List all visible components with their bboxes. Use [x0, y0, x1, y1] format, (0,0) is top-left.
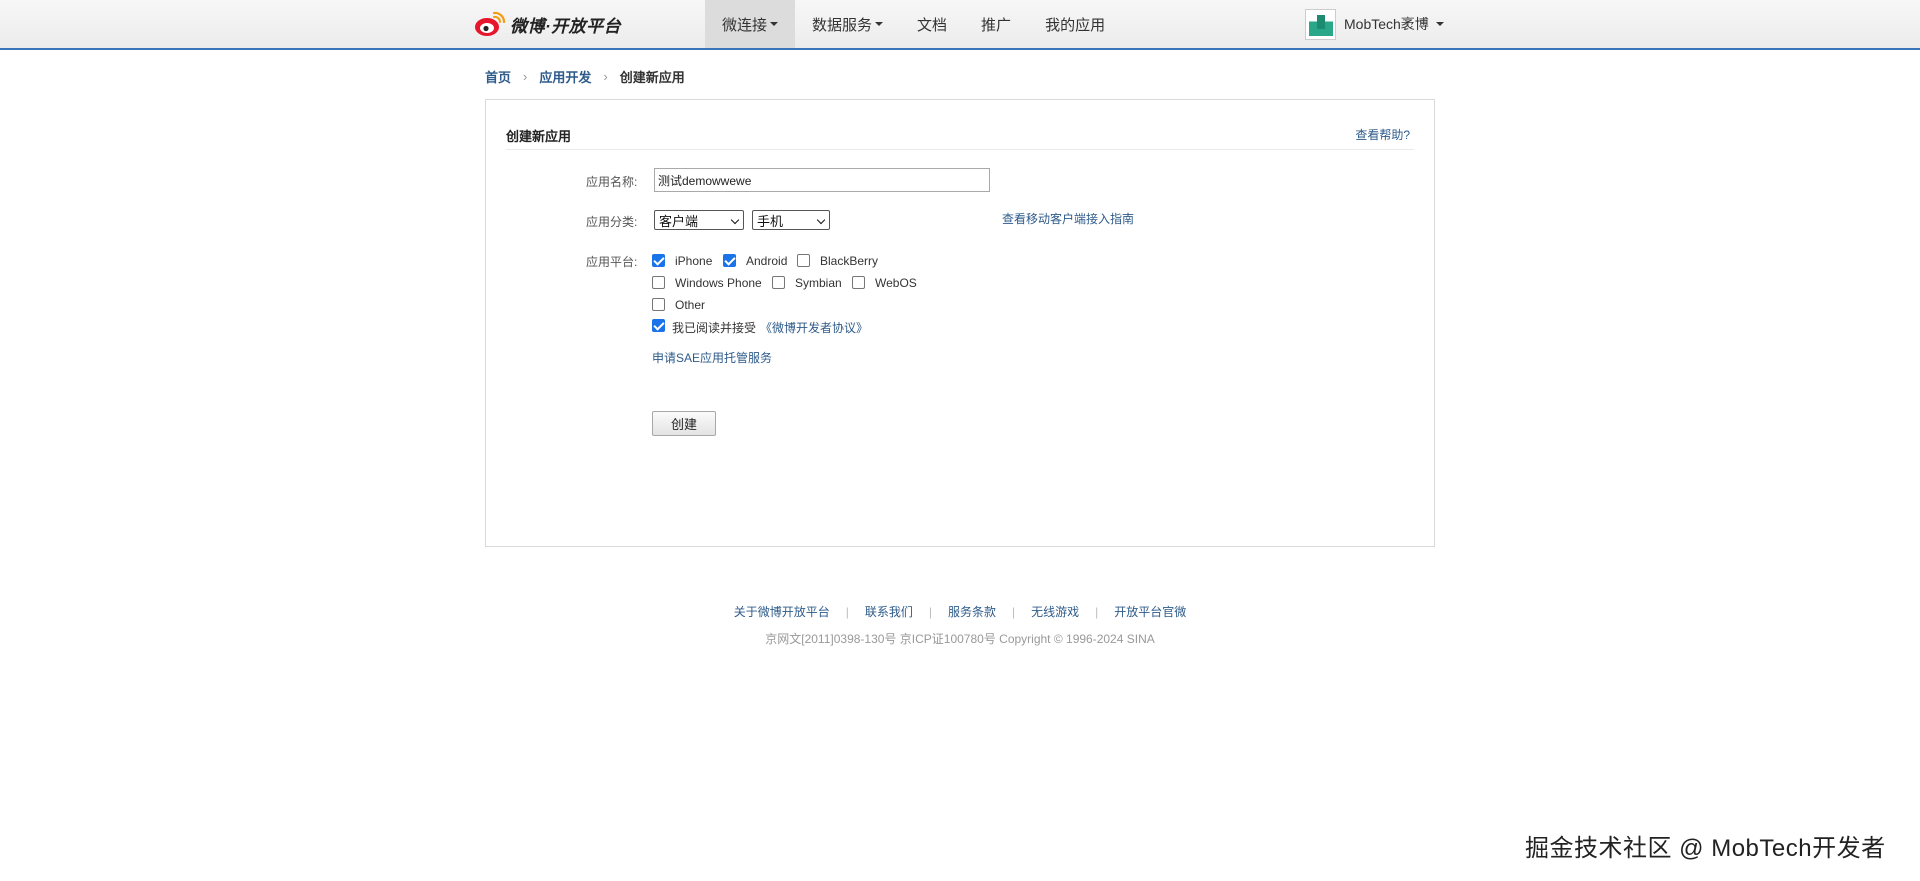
category-select-value: 客户端	[659, 213, 699, 229]
app-name-label: 应用名称:	[586, 175, 638, 189]
nav-item-label: 数据服务	[812, 16, 873, 34]
sae-hosting-link[interactable]: 申请SAE应用托管服务	[652, 349, 772, 366]
footer-link-games[interactable]: 无线游戏	[1031, 603, 1079, 620]
breadcrumb-home[interactable]: 首页	[485, 67, 511, 86]
agree-checkbox[interactable]	[652, 319, 665, 332]
footer-link-official-weibo[interactable]: 开放平台官微	[1114, 603, 1186, 620]
caret-down-icon	[1435, 22, 1444, 26]
chevron-right-icon: ›	[523, 69, 528, 84]
platform-checkbox-webos[interactable]	[852, 276, 865, 289]
footer-link-contact[interactable]: 联系我们	[865, 603, 913, 620]
nav-item-my-apps[interactable]: 我的应用	[1028, 0, 1122, 48]
app-name-input[interactable]	[654, 168, 990, 192]
app-category-label: 应用分类:	[586, 215, 638, 229]
user-name: MobTech袤博	[1344, 16, 1429, 32]
footer-separator: |	[928, 604, 932, 619]
platform-checkbox-blackberry[interactable]	[797, 254, 810, 267]
platform-checkbox-iphone[interactable]	[652, 254, 665, 267]
platform-label-other: Other	[675, 298, 706, 312]
avatar-image	[1308, 12, 1333, 36]
chevron-right-icon: ›	[603, 69, 608, 84]
watermark: 掘金技术社区 @ MobTech开发者	[1525, 835, 1886, 862]
create-button[interactable]: 创建	[652, 411, 716, 436]
breadcrumb: 首页 › 应用开发 › 创建新应用	[485, 67, 685, 86]
nav-item-label: 微连接	[722, 16, 768, 34]
platform-label-webos: WebOS	[875, 276, 917, 290]
platform-checkbox-symbian[interactable]	[772, 276, 785, 289]
platform-checkbox-other[interactable]	[652, 298, 665, 311]
help-link[interactable]: 查看帮助?	[1355, 126, 1410, 143]
subcategory-select-value: 手机	[757, 213, 784, 229]
caret-down-icon	[875, 22, 884, 26]
footer-links: 关于微博开放平台 | 联系我们 | 服务条款 | 无线游戏 | 开放平台官微	[0, 603, 1920, 620]
create-app-panel: 创建新应用 查看帮助? 应用名称: 应用分类: 客户端 手机 查看移动客户端接入…	[485, 99, 1435, 547]
panel-header: 创建新应用 查看帮助?	[506, 126, 1414, 150]
app-platform-label: 应用平台:	[586, 255, 638, 269]
user-menu[interactable]: MobTech袤博	[1305, 8, 1444, 40]
footer-copyright: 京网文[2011]0398-130号 京ICP证100780号 Copyrigh…	[765, 632, 1155, 646]
weibo-open-platform-logo[interactable]: 微博·开放平台	[474, 9, 621, 39]
footer-link-terms[interactable]: 服务条款	[948, 603, 996, 620]
page-title: 创建新应用	[506, 129, 572, 144]
footer-separator: |	[1095, 604, 1099, 619]
platform-label-symbian: Symbian	[795, 276, 842, 290]
avatar[interactable]	[1305, 8, 1336, 40]
nav-item-weiconnect[interactable]: 微连接	[705, 0, 796, 48]
footer-separator: |	[1012, 604, 1016, 619]
developer-agreement-link[interactable]: 《微博开发者协议》	[760, 321, 868, 335]
logo-text: 微博·开放平台	[510, 16, 622, 36]
platform-checkbox-android[interactable]	[723, 254, 736, 267]
nav-item-label: 推广	[981, 16, 1012, 34]
category-select[interactable]: 客户端	[654, 210, 744, 230]
platform-label-blackberry: BlackBerry	[820, 254, 879, 268]
nav-item-label: 我的应用	[1045, 16, 1106, 34]
chevron-down-icon	[730, 215, 740, 225]
nav-item-promotion[interactable]: 推广	[964, 0, 1028, 48]
nav-item-docs[interactable]: 文档	[900, 0, 964, 48]
chevron-down-icon	[816, 215, 826, 225]
breadcrumb-current: 创建新应用	[619, 70, 685, 85]
caret-down-icon	[770, 22, 779, 26]
agree-text: 我已阅读并接受	[672, 321, 757, 335]
footer-separator: |	[845, 604, 849, 619]
platform-label-windows-phone: Windows Phone	[675, 276, 762, 290]
platform-label-android: Android	[746, 254, 788, 268]
nav-item-data-services[interactable]: 数据服务	[795, 0, 900, 48]
breadcrumb-app-dev[interactable]: 应用开发	[539, 67, 591, 86]
weibo-logo-icon	[475, 11, 506, 36]
subcategory-select[interactable]: 手机	[752, 210, 830, 230]
main-nav: 微连接 数据服务 文档 推广 我的应用	[705, 0, 1122, 48]
nav-item-label: 文档	[917, 16, 948, 34]
agree-text-wrapper: 我已阅读并接受 《微博开发者协议》	[672, 319, 868, 336]
footer-link-about[interactable]: 关于微博开放平台	[734, 603, 830, 620]
platform-checkbox-windows-phone[interactable]	[652, 276, 665, 289]
platform-label-iphone: iPhone	[675, 254, 713, 268]
top-navigation-bar: 微博·开放平台 微连接 数据服务 文档 推广 我的应用 MobTech袤博	[0, 0, 1920, 50]
mobile-client-guide-link[interactable]: 查看移动客户端接入指南	[1002, 210, 1134, 227]
